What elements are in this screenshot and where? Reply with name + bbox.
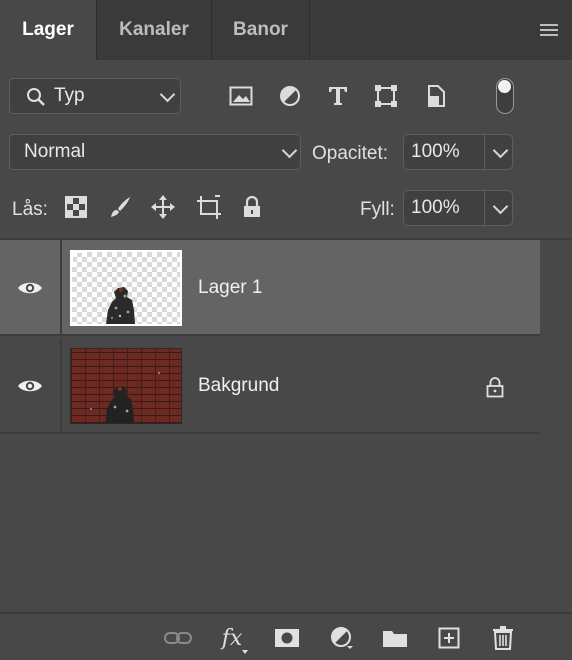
blend-mode-select[interactable]: Normal [9, 134, 301, 170]
image-filter-icon[interactable] [225, 80, 257, 112]
layer-thumbnail[interactable] [70, 348, 182, 424]
layer-mask-icon[interactable] [271, 622, 303, 654]
new-layer-icon[interactable] [433, 622, 465, 654]
type-filter-icon[interactable] [322, 80, 354, 112]
tab-lager[interactable]: Lager [0, 0, 97, 60]
visibility-toggle[interactable] [0, 240, 62, 336]
trash-icon[interactable] [487, 622, 519, 654]
layer-name[interactable]: Bakgrund [198, 338, 279, 434]
group-folder-icon[interactable] [379, 622, 411, 654]
visibility-toggle[interactable] [0, 338, 62, 434]
chevron-down-icon [281, 142, 298, 159]
panel-bottom-bar: fx [0, 612, 572, 660]
chevron-down-icon[interactable] [492, 198, 509, 215]
layer-thumbnail[interactable] [70, 250, 182, 326]
lock-artboard-icon[interactable] [193, 191, 225, 223]
fx-label: fx [221, 625, 243, 651]
lock-transparent-pixels-icon[interactable] [60, 191, 92, 223]
blend-mode-value: Normal [24, 141, 86, 162]
eye-icon [18, 282, 42, 294]
smart-object-filter-icon[interactable] [420, 80, 452, 112]
opacity-value: 100% [411, 141, 460, 162]
chevron-down-icon[interactable] [492, 142, 509, 159]
panel-tab-bar: Lager Kanaler Banor [0, 0, 572, 60]
filter-kind-value: Typ [54, 85, 85, 106]
layer-row-bakgrund[interactable]: Bakgrund [0, 338, 540, 434]
layer-row-lager-1[interactable]: Lager 1 [0, 240, 540, 336]
fill-field[interactable]: 100% [403, 190, 513, 226]
link-layers-icon[interactable] [162, 622, 194, 654]
tab-banor[interactable]: Banor [212, 0, 310, 60]
fx-icon[interactable]: fx [216, 622, 248, 654]
adjustment-layer-icon[interactable] [326, 622, 358, 654]
lock-all-icon[interactable] [236, 191, 268, 223]
scrollbar-track[interactable] [540, 240, 572, 612]
search-icon [27, 88, 45, 106]
eye-icon [18, 380, 42, 392]
filter-kind-select[interactable]: Typ [9, 78, 181, 114]
chevron-down-icon [159, 86, 176, 103]
opacity-label: Opacitet: [312, 143, 389, 164]
layer-name[interactable]: Lager 1 [198, 240, 262, 336]
shape-filter-icon[interactable] [370, 80, 402, 112]
fill-value: 100% [411, 197, 460, 218]
adjustment-filter-icon[interactable] [274, 80, 306, 112]
tab-kanaler[interactable]: Kanaler [97, 0, 212, 60]
lock-image-pixels-icon[interactable] [104, 191, 136, 223]
lock-position-icon[interactable] [147, 191, 179, 223]
fill-label: Fyll: [360, 199, 395, 220]
filter-toggle-icon[interactable] [496, 78, 514, 114]
panel-menu-icon[interactable] [540, 24, 558, 38]
lock-label: Lås: [12, 199, 48, 220]
lock-icon[interactable] [486, 376, 504, 398]
opacity-field[interactable]: 100% [403, 134, 513, 170]
